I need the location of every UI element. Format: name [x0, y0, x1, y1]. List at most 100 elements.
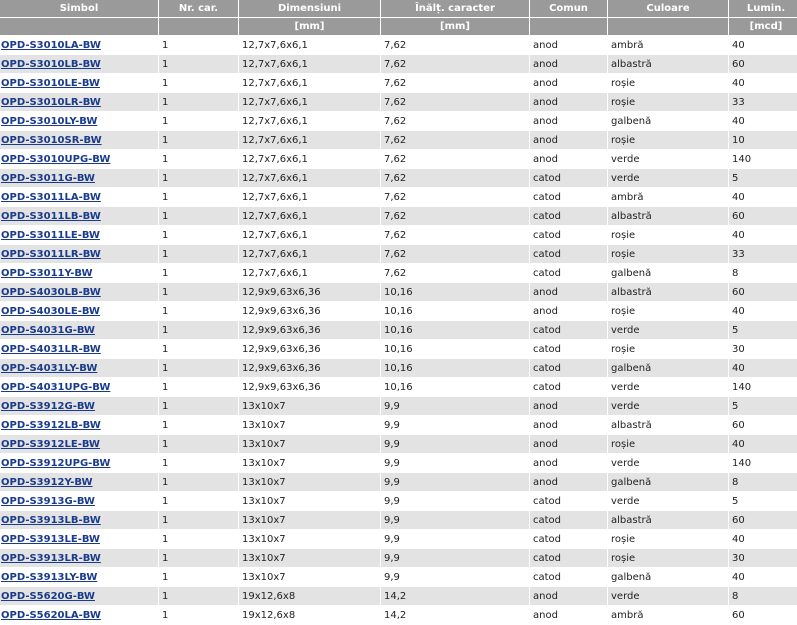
product-link[interactable]: OPD-S3010LA-BW [1, 40, 101, 51]
table-row: OPD-S4031G-BW 1 12,9x9,63x6,36 10,16 catod ve… [0, 321, 797, 339]
product-link[interactable]: OPD-S4030LB-BW [1, 287, 101, 298]
product-link[interactable]: OPD-S3010LR-BW [1, 97, 101, 108]
cell-comun: anod [530, 435, 607, 453]
cell-inaltime: 7,62 [381, 226, 529, 244]
cell-inaltime: 9,9 [381, 454, 529, 472]
product-link[interactable]: OPD-S3913G-BW [1, 496, 95, 507]
cell-simbol: OPD-S3912Y-BW [0, 473, 158, 491]
product-link[interactable]: OPD-S3912Y-BW [1, 477, 93, 488]
product-link[interactable]: OPD-S5620LA-BW [1, 610, 101, 621]
cell-inaltime: 7,62 [381, 207, 529, 225]
cell-luminozitate: 40 [729, 188, 797, 206]
cell-comun: anod [530, 55, 607, 73]
product-link[interactable]: OPD-S3912LB-BW [1, 420, 101, 431]
cell-dimensiuni: 13x10x7 [239, 549, 380, 567]
product-link[interactable]: OPD-S3011LE-BW [1, 230, 100, 241]
cell-simbol: OPD-S3011LB-BW [0, 207, 158, 225]
cell-comun: anod [530, 606, 607, 624]
cell-luminozitate: 60 [729, 55, 797, 73]
cell-luminozitate: 40 [729, 226, 797, 244]
cell-inaltime: 14,2 [381, 587, 529, 605]
cell-simbol: OPD-S4031LY-BW [0, 359, 158, 377]
cell-comun: anod [530, 587, 607, 605]
unit-nr-car [159, 18, 238, 35]
product-link[interactable]: OPD-S4031UPG-BW [1, 382, 110, 393]
cell-comun: anod [530, 93, 607, 111]
product-link[interactable]: OPD-S3010LB-BW [1, 59, 101, 70]
cell-comun: catod [530, 492, 607, 510]
product-link[interactable]: OPD-S3011LA-BW [1, 192, 101, 203]
cell-simbol: OPD-S3912LE-BW [0, 435, 158, 453]
cell-nr-car: 1 [159, 549, 238, 567]
cell-simbol: OPD-S4030LB-BW [0, 283, 158, 301]
product-link[interactable]: OPD-S3010SR-BW [1, 135, 102, 146]
cell-culoare: verde [608, 169, 728, 187]
cell-comun: anod [530, 397, 607, 415]
cell-simbol: OPD-S3913G-BW [0, 492, 158, 510]
product-link[interactable]: OPD-S3011G-BW [1, 173, 95, 184]
cell-simbol: OPD-S3912LB-BW [0, 416, 158, 434]
cell-culoare: verde [608, 150, 728, 168]
cell-luminozitate: 8 [729, 473, 797, 491]
cell-dimensiuni: 12,7x7,6x6,1 [239, 207, 380, 225]
product-link[interactable]: OPD-S3912UPG-BW [1, 458, 110, 469]
cell-dimensiuni: 13x10x7 [239, 511, 380, 529]
table-row: OPD-S3913G-BW 1 13x10x7 9,9 catod verde 5 [0, 492, 797, 510]
cell-dimensiuni: 12,7x7,6x6,1 [239, 150, 380, 168]
cell-simbol: OPD-S3010LB-BW [0, 55, 158, 73]
table-row: OPD-S3912G-BW 1 13x10x7 9,9 anod verde 5 [0, 397, 797, 415]
table-row: OPD-S3912LE-BW 1 13x10x7 9,9 anod roșie 40 [0, 435, 797, 453]
cell-culoare: roșie [608, 549, 728, 567]
cell-comun: catod [530, 568, 607, 586]
cell-simbol: OPD-S3913LY-BW [0, 568, 158, 586]
product-link[interactable]: OPD-S4031G-BW [1, 325, 95, 336]
cell-luminozitate: 140 [729, 454, 797, 472]
cell-inaltime: 9,9 [381, 473, 529, 491]
product-link[interactable]: OPD-S3912G-BW [1, 401, 95, 412]
product-link[interactable]: OPD-S3912LE-BW [1, 439, 100, 450]
cell-dimensiuni: 12,9x9,63x6,36 [239, 283, 380, 301]
cell-comun: catod [530, 207, 607, 225]
cell-culoare: ambră [608, 606, 728, 624]
product-link[interactable]: OPD-S4031LR-BW [1, 344, 101, 355]
cell-simbol: OPD-S3913LE-BW [0, 530, 158, 548]
cell-dimensiuni: 13x10x7 [239, 435, 380, 453]
table-row: OPD-S3010LB-BW 1 12,7x7,6x6,1 7,62 anod albas… [0, 55, 797, 73]
product-link[interactable]: OPD-S3011LB-BW [1, 211, 101, 222]
cell-nr-car: 1 [159, 245, 238, 263]
product-link[interactable]: OPD-S3913LB-BW [1, 515, 101, 526]
cell-nr-car: 1 [159, 587, 238, 605]
cell-culoare: verde [608, 397, 728, 415]
product-link[interactable]: OPD-S4030LE-BW [1, 306, 100, 317]
cell-comun: anod [530, 74, 607, 92]
product-link[interactable]: OPD-S3010LY-BW [1, 116, 97, 127]
product-link[interactable]: OPD-S3011LR-BW [1, 249, 101, 260]
product-link[interactable]: OPD-S3913LE-BW [1, 534, 100, 545]
table-row: OPD-S3913LY-BW 1 13x10x7 9,9 catod galbenă 40 [0, 568, 797, 586]
cell-comun: anod [530, 36, 607, 54]
product-link[interactable]: OPD-S3913LR-BW [1, 553, 101, 564]
cell-dimensiuni: 12,7x7,6x6,1 [239, 131, 380, 149]
product-link[interactable]: OPD-S3011Y-BW [1, 268, 93, 279]
cell-culoare: roșie [608, 340, 728, 358]
product-link[interactable]: OPD-S3010LE-BW [1, 78, 100, 89]
cell-culoare: roșie [608, 74, 728, 92]
cell-luminozitate: 8 [729, 587, 797, 605]
cell-nr-car: 1 [159, 359, 238, 377]
cell-comun: catod [530, 359, 607, 377]
cell-inaltime: 7,62 [381, 93, 529, 111]
cell-luminozitate: 5 [729, 321, 797, 339]
table-row: OPD-S3011LA-BW 1 12,7x7,6x6,1 7,62 catod ambr… [0, 188, 797, 206]
table-row: OPD-S3011Y-BW 1 12,7x7,6x6,1 7,62 catod galbe… [0, 264, 797, 282]
cell-inaltime: 10,16 [381, 378, 529, 396]
cell-inaltime: 10,16 [381, 283, 529, 301]
table-row: OPD-S3010LR-BW 1 12,7x7,6x6,1 7,62 anod roșie… [0, 93, 797, 111]
cell-comun: anod [530, 112, 607, 130]
product-link[interactable]: OPD-S4031LY-BW [1, 363, 97, 374]
product-link[interactable]: OPD-S3010UPG-BW [1, 154, 110, 165]
cell-inaltime: 7,62 [381, 245, 529, 263]
cell-nr-car: 1 [159, 606, 238, 624]
product-link[interactable]: OPD-S5620G-BW [1, 591, 95, 602]
product-link[interactable]: OPD-S3913LY-BW [1, 572, 97, 583]
table-row: OPD-S3011G-BW 1 12,7x7,6x6,1 7,62 catod verde… [0, 169, 797, 187]
